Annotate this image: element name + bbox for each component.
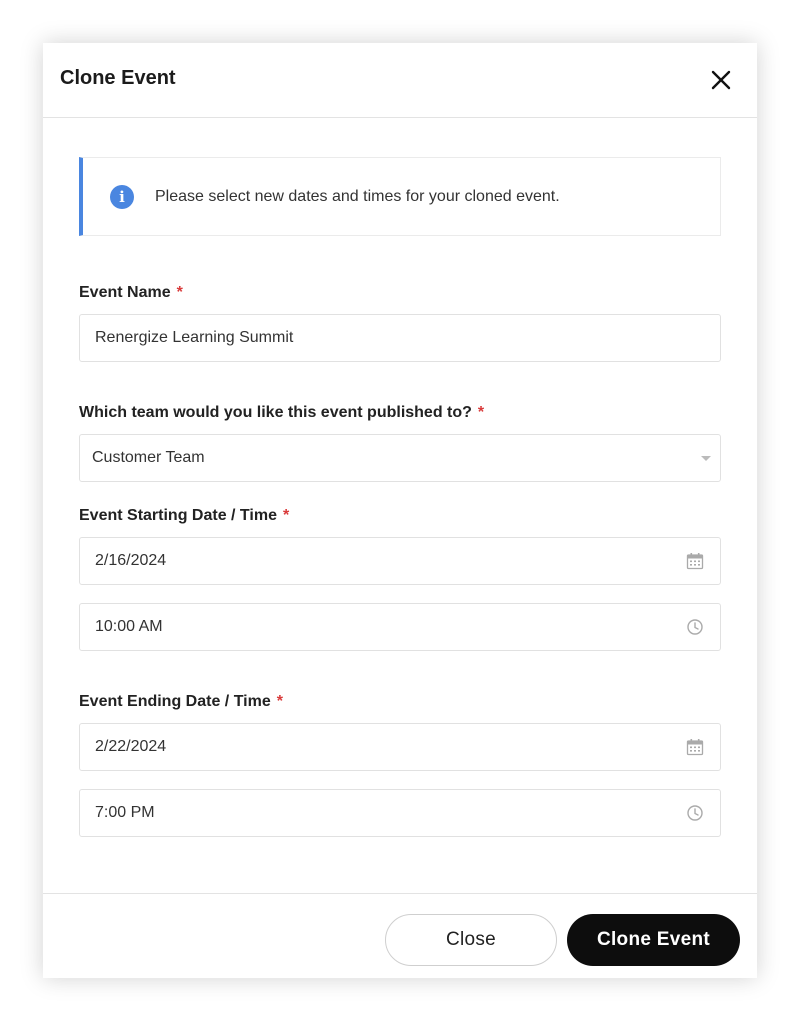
clock-icon[interactable] [686,618,704,636]
end-date-value: 2/22/2024 [95,738,167,755]
team-value: Customer Team [92,449,205,466]
end-time-input[interactable]: 7:00 PM [79,789,721,837]
required-mark: * [477,404,485,421]
modal-footer: Close Clone Event [43,893,757,978]
end-time-value: 7:00 PM [95,804,155,821]
info-banner: i Please select new dates and times for … [79,157,721,236]
chevron-down-icon[interactable] [701,455,711,461]
calendar-icon[interactable] [686,738,704,756]
calendar-icon[interactable] [686,552,704,570]
start-label: Event Starting Date / Time * [79,507,289,525]
close-icon[interactable] [709,68,733,92]
event-name-value: Renergize Learning Summit [95,329,294,346]
end-label: Event Ending Date / Time * [79,693,283,711]
end-date-input[interactable]: 2/22/2024 [79,723,721,771]
event-name-label-text: Event Name [79,284,171,301]
team-label-text: Which team would you like this event pub… [79,404,472,421]
info-message: Please select new dates and times for yo… [155,187,560,205]
start-date-input[interactable]: 2/16/2024 [79,537,721,585]
modal-title: Clone Event [60,67,176,89]
event-name-input[interactable]: Renergize Learning Summit [79,314,721,362]
modal-header: Clone Event [43,43,757,118]
start-label-text: Event Starting Date / Time [79,507,277,524]
team-select[interactable]: Customer Team [79,434,721,482]
close-button[interactable]: Close [385,914,557,966]
info-icon: i [110,184,134,209]
clone-event-button[interactable]: Clone Event [567,914,740,966]
team-label: Which team would you like this event pub… [79,404,484,422]
required-mark: * [176,284,183,301]
clone-event-modal: Clone Event i Please select new dates an… [43,43,757,978]
required-mark: * [282,507,290,524]
required-mark: * [276,693,283,710]
end-label-text: Event Ending Date / Time [79,693,271,710]
start-time-input[interactable]: 10:00 AM [79,603,721,651]
start-date-value: 2/16/2024 [95,552,167,569]
start-time-value: 10:00 AM [95,618,163,635]
event-name-label: Event Name * [79,284,183,302]
clock-icon[interactable] [686,804,704,822]
